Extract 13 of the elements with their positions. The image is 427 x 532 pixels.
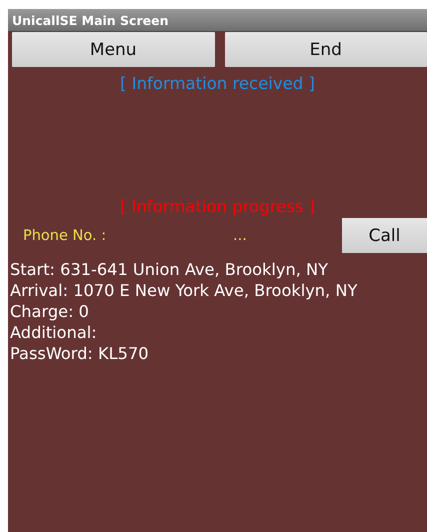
detail-line: PassWord: KL570 [10, 343, 150, 364]
window-title: UnicallSE Main Screen [8, 9, 427, 31]
detail-line: Start: 631-641 Union Ave, Brooklyn, NY [10, 259, 330, 280]
detail-line: Charge: 0 [10, 301, 90, 322]
section-header: [ Information progress ] [118, 197, 316, 216]
call-button[interactable]: Call [342, 218, 427, 253]
detail-line: Additional: [10, 322, 98, 343]
menu-button[interactable]: Menu [12, 32, 214, 67]
section-header: [ Information received ] [119, 74, 316, 93]
end-button[interactable]: End [224, 32, 427, 67]
phone-value: ... [233, 228, 248, 244]
phone-label: Phone No. : [23, 228, 108, 244]
detail-line: Arrival: 1070 E New York Ave, Brooklyn, NY [10, 280, 358, 301]
